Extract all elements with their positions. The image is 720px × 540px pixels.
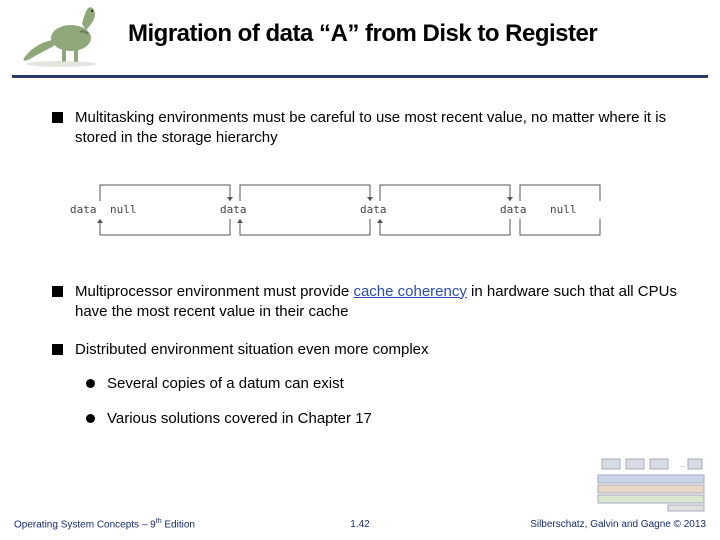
- text-span: Multiprocessor environment must provide: [75, 283, 353, 300]
- bullet-text: Distributed environment situation even m…: [75, 340, 700, 360]
- footer-copyright: Silberschatz, Galvin and Gagne © 2013: [530, 519, 706, 530]
- footer-left: Operating System Concepts – 9th Edition: [14, 518, 195, 530]
- slide-header: Migration of data “A” from Disk to Regis…: [12, 0, 708, 78]
- cache-coherency-link[interactable]: cache coherency: [353, 283, 466, 300]
- dinosaur-logo: [16, 0, 106, 70]
- svg-text:...: ...: [680, 462, 686, 469]
- circle-bullet-icon: [86, 414, 95, 423]
- migration-diagram: data null data data data null: [60, 173, 660, 253]
- slide-content: Multitasking environments must be carefu…: [52, 108, 700, 443]
- diagram-label: data: [500, 203, 527, 216]
- slide-title: Migration of data “A” from Disk to Regis…: [128, 20, 597, 48]
- diagram-label: data: [70, 203, 97, 216]
- diagram-label: data: [360, 203, 387, 216]
- sub-bullet-text: Several copies of a datum can exist: [107, 374, 344, 394]
- diagram-label: null: [550, 203, 577, 216]
- square-bullet-icon: [52, 286, 63, 297]
- square-bullet-icon: [52, 112, 63, 123]
- sub-bullet-text: Various solutions covered in Chapter 17: [107, 409, 372, 429]
- sub-bullet-item: Various solutions covered in Chapter 17: [86, 409, 700, 429]
- sub-bullet-item: Several copies of a datum can exist: [86, 374, 700, 394]
- bullet-item: Multiprocessor environment must provide …: [52, 282, 700, 323]
- footer-page-number: 1.42: [350, 519, 369, 530]
- architecture-thumbnail: ...: [596, 457, 706, 512]
- diagram-label: data: [220, 203, 247, 216]
- footer-text: Operating System Concepts – 9: [14, 519, 156, 530]
- circle-bullet-icon: [86, 379, 95, 388]
- footer-text: Edition: [162, 519, 195, 530]
- diagram-label: null: [110, 203, 137, 216]
- bullet-item: Distributed environment situation even m…: [52, 340, 700, 360]
- bullet-text: Multiprocessor environment must provide …: [75, 282, 700, 323]
- bullet-text: Multitasking environments must be carefu…: [75, 108, 700, 149]
- square-bullet-icon: [52, 344, 63, 355]
- bullet-item: Multitasking environments must be carefu…: [52, 108, 700, 149]
